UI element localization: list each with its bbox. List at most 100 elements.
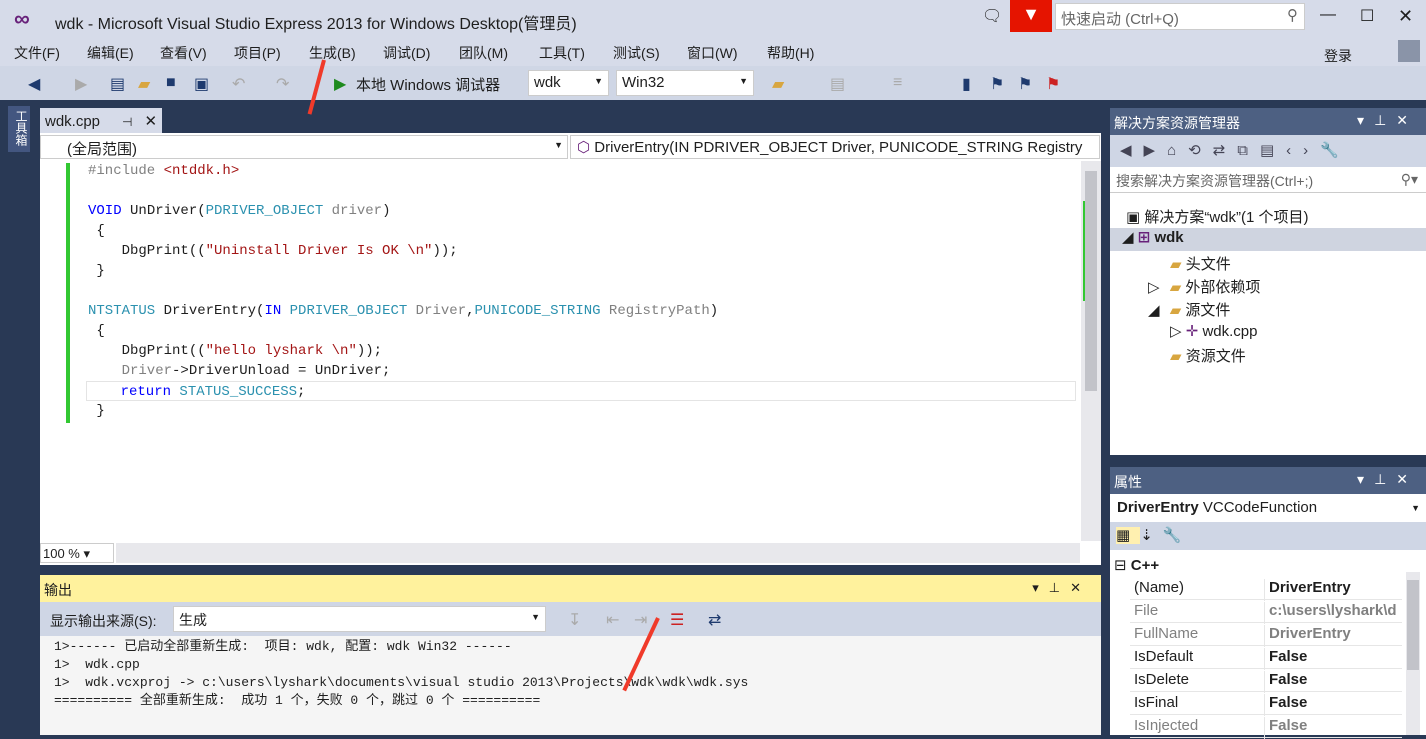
prev-bookmark-icon[interactable]: ⚑ bbox=[990, 74, 1004, 94]
forward-icon[interactable]: ▶ bbox=[75, 74, 87, 94]
back-icon[interactable]: ◀ bbox=[28, 74, 40, 94]
member-select[interactable]: ⬡ DriverEntry(IN PDRIVER_OBJECT Driver, … bbox=[570, 135, 1100, 159]
platform-select[interactable]: Win32 ▼ bbox=[616, 70, 754, 96]
editor-horizontal-scrollbar[interactable] bbox=[116, 543, 1080, 563]
indent-icon[interactable]: ≡ bbox=[893, 74, 902, 92]
debugger-button[interactable]: 本地 Windows 调试器 bbox=[356, 74, 500, 95]
word-wrap-icon[interactable]: ⇄ bbox=[708, 610, 721, 630]
categorized-icon[interactable]: ▦ bbox=[1116, 527, 1141, 544]
find-icon[interactable]: ▰ bbox=[772, 74, 784, 94]
pin-icon[interactable]: ⊣ bbox=[122, 115, 132, 129]
tree-wdk-cpp[interactable]: ▷ ✛ wdk.cpp bbox=[1170, 322, 1257, 340]
menu-project[interactable]: 项目(P) bbox=[234, 43, 281, 63]
property-row[interactable]: IsDelete False bbox=[1130, 669, 1402, 693]
open-file-icon[interactable]: ▰ bbox=[138, 74, 150, 94]
code-token: Driver bbox=[88, 363, 173, 379]
redo-icon[interactable]: ↷ bbox=[276, 74, 289, 94]
category-cpp[interactable]: ⊟ C++ bbox=[1114, 556, 1159, 574]
menu-team[interactable]: 团队(M) bbox=[459, 43, 508, 63]
new-project-icon[interactable]: ▤ bbox=[110, 74, 125, 94]
maximize-button[interactable]: ☐ bbox=[1360, 6, 1374, 26]
panel-controls[interactable]: ▾⊥✕ bbox=[1357, 112, 1418, 129]
save-icon[interactable]: ■ bbox=[166, 74, 176, 92]
quick-launch-input[interactable]: 快速启动 (Ctrl+Q) ⚲ bbox=[1055, 3, 1305, 30]
tree-label: wdk.cpp bbox=[1202, 323, 1258, 340]
category-label: C++ bbox=[1130, 557, 1160, 574]
tree-external-deps[interactable]: ▷ ▰ 外部依赖项 bbox=[1148, 276, 1260, 297]
tree-resource-files[interactable]: ▰ 资源文件 bbox=[1170, 345, 1246, 366]
close-button[interactable]: ✕ bbox=[1398, 6, 1413, 27]
prev-message-icon[interactable]: ⇤ bbox=[606, 610, 619, 630]
property-value: False bbox=[1264, 717, 1402, 739]
code-token: ) bbox=[709, 303, 719, 319]
property-row[interactable]: IsDefault False bbox=[1130, 646, 1402, 670]
code-token: Driver bbox=[407, 303, 467, 319]
menu-edit[interactable]: 编辑(E) bbox=[87, 43, 134, 63]
menu-debug[interactable]: 调试(D) bbox=[383, 43, 430, 63]
menu-build[interactable]: 生成(B) bbox=[309, 43, 356, 63]
property-row[interactable]: FullName DriverEntry bbox=[1130, 623, 1402, 647]
output-line: 1> wdk.cpp bbox=[54, 657, 140, 672]
solution-toolbar[interactable]: ◀▶⌂⟲⇄⧉▤‹›🔧 bbox=[1110, 135, 1426, 167]
object-select[interactable]: DriverEntry VCCodeFunction ▼ bbox=[1110, 494, 1426, 522]
code-token: return bbox=[87, 384, 180, 400]
tree-source-files[interactable]: ◢ ▰ 源文件 bbox=[1148, 299, 1230, 320]
save-all-icon[interactable]: ▣ bbox=[194, 74, 209, 94]
code-token: <ntddk.h> bbox=[163, 163, 240, 179]
code-token: )); bbox=[356, 343, 383, 359]
code-token: PDRIVER_OBJECT bbox=[205, 203, 324, 219]
code-text[interactable]: #include <ntddk.h> VOID UnDriver(PDRIVER… bbox=[62, 161, 1078, 541]
panel-controls[interactable]: ▾⊥✕ bbox=[1357, 471, 1418, 488]
output-source-value: 生成 bbox=[179, 612, 207, 628]
menu-tools[interactable]: 工具(T) bbox=[539, 43, 585, 63]
output-source-select[interactable]: 生成 ▼ bbox=[173, 606, 546, 632]
undo-icon[interactable]: ↶ bbox=[232, 74, 245, 94]
property-row[interactable]: File c:\users\lyshark\d bbox=[1130, 600, 1402, 624]
user-avatar-icon[interactable] bbox=[1398, 40, 1420, 62]
configuration-select[interactable]: wdk ▼ bbox=[528, 70, 609, 96]
output-source-label: 显示输出来源(S): bbox=[50, 613, 157, 629]
close-tab-icon[interactable]: ✕ bbox=[144, 113, 157, 130]
tree-header-files[interactable]: ▰ 头文件 bbox=[1170, 253, 1231, 274]
code-token: VOID bbox=[88, 203, 122, 219]
bookmark-icon[interactable]: ▮ bbox=[962, 74, 971, 94]
comment-icon[interactable]: ▤ bbox=[830, 74, 845, 94]
notification-flag-icon[interactable]: ▼ bbox=[1010, 0, 1052, 32]
zoom-select[interactable]: 100 % ▾ bbox=[40, 543, 114, 563]
next-message-icon[interactable]: ⇥ bbox=[634, 610, 647, 630]
zoom-value: 100 % bbox=[43, 546, 80, 561]
code-token: PUNICODE_STRING bbox=[474, 303, 601, 319]
property-pages-icon[interactable]: 🔧 bbox=[1163, 527, 1192, 544]
output-text[interactable]: 1>------ 已启动全部重新生成: 项目: wdk, 配置: wdk Win… bbox=[40, 636, 1101, 735]
clear-bookmarks-icon[interactable]: ⚑ bbox=[1046, 74, 1060, 94]
member-value: DriverEntry(IN PDRIVER_OBJECT Driver, PU… bbox=[594, 139, 1083, 156]
menu-help[interactable]: 帮助(H) bbox=[767, 43, 814, 63]
login-link[interactable]: 登录 bbox=[1324, 46, 1352, 66]
tree-solution[interactable]: ▣ 解决方案“wdk”(1 个项目) bbox=[1126, 206, 1309, 227]
feedback-icon[interactable]: 🗨 bbox=[982, 6, 1002, 26]
goto-line-icon[interactable]: ↧ bbox=[568, 610, 581, 630]
clear-all-icon[interactable]: ☰ bbox=[670, 610, 684, 630]
menu-test[interactable]: 测试(S) bbox=[613, 43, 660, 63]
toolbox-tab[interactable]: 工具箱 bbox=[8, 106, 30, 152]
solution-search-input[interactable]: 搜索解决方案资源管理器(Ctrl+;) ⚲▾ bbox=[1110, 167, 1426, 193]
next-bookmark-icon[interactable]: ⚑ bbox=[1018, 74, 1032, 94]
editor-vertical-scrollbar[interactable] bbox=[1081, 161, 1101, 541]
minimize-button[interactable]: — bbox=[1320, 6, 1336, 24]
menu-view[interactable]: 查看(V) bbox=[160, 43, 207, 63]
properties-toolbar[interactable]: ▦⇣🔧 bbox=[1110, 522, 1426, 550]
property-row[interactable]: (Name) DriverEntry bbox=[1130, 577, 1402, 601]
tab-wdk-cpp[interactable]: wdk.cpp ⊣ ✕ bbox=[40, 108, 162, 133]
menu-file[interactable]: 文件(F) bbox=[14, 43, 60, 63]
tree-project[interactable]: ◢ ⊞ wdk bbox=[1110, 228, 1426, 251]
property-value: DriverEntry bbox=[1264, 579, 1402, 601]
property-row[interactable]: IsFinal False bbox=[1130, 692, 1402, 716]
properties-scrollbar[interactable] bbox=[1406, 572, 1420, 735]
start-debug-icon[interactable]: ▶ bbox=[334, 74, 346, 94]
scope-select[interactable]: (全局范围) ▼ bbox=[40, 135, 568, 159]
menu-window[interactable]: 窗口(W) bbox=[687, 43, 738, 63]
alphabetical-icon[interactable]: ⇣ bbox=[1140, 527, 1163, 544]
panel-controls[interactable]: ▾⊥✕ bbox=[1032, 580, 1091, 596]
code-editor[interactable]: (全局范围) ▼ ⬡ DriverEntry(IN PDRIVER_OBJECT … bbox=[40, 133, 1101, 565]
code-token: ) bbox=[382, 203, 391, 219]
